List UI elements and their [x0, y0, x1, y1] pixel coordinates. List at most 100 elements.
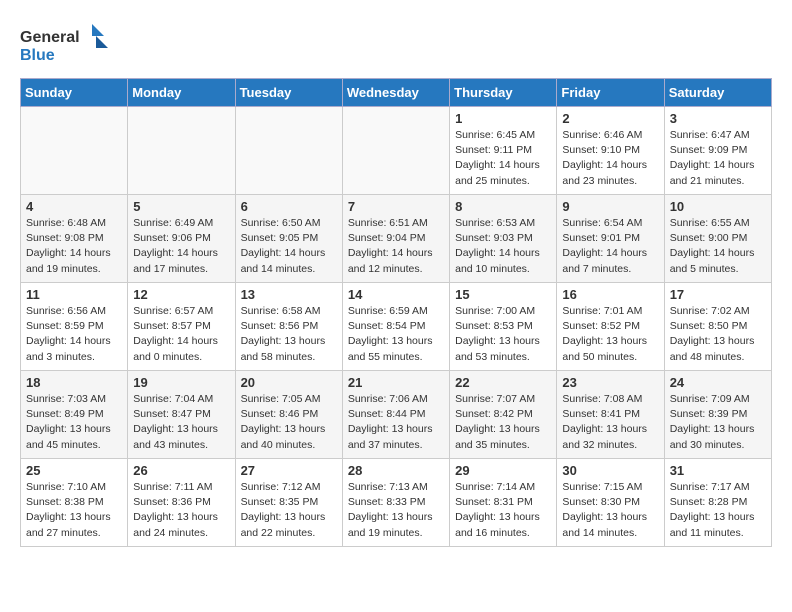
day-number: 12: [133, 287, 229, 302]
day-info: Sunrise: 6:50 AM Sunset: 9:05 PM Dayligh…: [241, 216, 337, 277]
day-number: 24: [670, 375, 766, 390]
day-info: Sunrise: 7:07 AM Sunset: 8:42 PM Dayligh…: [455, 392, 551, 453]
weekday-header-wednesday: Wednesday: [342, 79, 449, 107]
weekday-header-monday: Monday: [128, 79, 235, 107]
day-info: Sunrise: 7:12 AM Sunset: 8:35 PM Dayligh…: [241, 480, 337, 541]
day-number: 6: [241, 199, 337, 214]
calendar-cell: 19 Sunrise: 7:04 AM Sunset: 8:47 PM Dayli…: [128, 371, 235, 459]
calendar-cell: 10 Sunrise: 6:55 AM Sunset: 9:00 PM Dayli…: [664, 195, 771, 283]
day-number: 7: [348, 199, 444, 214]
day-info: Sunrise: 7:08 AM Sunset: 8:41 PM Dayligh…: [562, 392, 658, 453]
calendar-week-4: 18 Sunrise: 7:03 AM Sunset: 8:49 PM Dayli…: [21, 371, 772, 459]
day-info: Sunrise: 6:49 AM Sunset: 9:06 PM Dayligh…: [133, 216, 229, 277]
day-info: Sunrise: 7:15 AM Sunset: 8:30 PM Dayligh…: [562, 480, 658, 541]
weekday-header-row: SundayMondayTuesdayWednesdayThursdayFrid…: [21, 79, 772, 107]
calendar-week-3: 11 Sunrise: 6:56 AM Sunset: 8:59 PM Dayli…: [21, 283, 772, 371]
calendar-body: 1Sunrise: 6:45 AM Sunset: 9:11 PM Daylig…: [21, 107, 772, 547]
calendar-cell: 5Sunrise: 6:49 AM Sunset: 9:06 PM Daylig…: [128, 195, 235, 283]
day-number: 13: [241, 287, 337, 302]
calendar-cell: [342, 107, 449, 195]
calendar-cell: 26 Sunrise: 7:11 AM Sunset: 8:36 PM Dayli…: [128, 459, 235, 547]
page-header: General Blue: [20, 20, 772, 68]
svg-text:General: General: [20, 29, 80, 46]
day-number: 10: [670, 199, 766, 214]
calendar-week-5: 25 Sunrise: 7:10 AM Sunset: 8:38 PM Dayli…: [21, 459, 772, 547]
calendar-cell: 6 Sunrise: 6:50 AM Sunset: 9:05 PM Daylig…: [235, 195, 342, 283]
calendar-cell: 14Sunrise: 6:59 AM Sunset: 8:54 PM Dayli…: [342, 283, 449, 371]
day-info: Sunrise: 7:13 AM Sunset: 8:33 PM Dayligh…: [348, 480, 444, 541]
day-info: Sunrise: 6:57 AM Sunset: 8:57 PM Dayligh…: [133, 304, 229, 365]
day-number: 23: [562, 375, 658, 390]
day-info: Sunrise: 6:59 AM Sunset: 8:54 PM Dayligh…: [348, 304, 444, 365]
svg-text:Blue: Blue: [20, 47, 55, 64]
calendar-cell: 22 Sunrise: 7:07 AM Sunset: 8:42 PM Dayli…: [450, 371, 557, 459]
day-number: 20: [241, 375, 337, 390]
calendar-cell: 29Sunrise: 7:14 AM Sunset: 8:31 PM Dayli…: [450, 459, 557, 547]
day-info: Sunrise: 7:02 AM Sunset: 8:50 PM Dayligh…: [670, 304, 766, 365]
calendar-cell: 21 Sunrise: 7:06 AM Sunset: 8:44 PM Dayli…: [342, 371, 449, 459]
weekday-header-tuesday: Tuesday: [235, 79, 342, 107]
day-info: Sunrise: 6:54 AM Sunset: 9:01 PM Dayligh…: [562, 216, 658, 277]
day-info: Sunrise: 7:10 AM Sunset: 8:38 PM Dayligh…: [26, 480, 122, 541]
day-number: 29: [455, 463, 551, 478]
day-info: Sunrise: 7:00 AM Sunset: 8:53 PM Dayligh…: [455, 304, 551, 365]
logo: General Blue: [20, 20, 110, 68]
calendar-cell: 18 Sunrise: 7:03 AM Sunset: 8:49 PM Dayli…: [21, 371, 128, 459]
day-info: Sunrise: 7:06 AM Sunset: 8:44 PM Dayligh…: [348, 392, 444, 453]
day-number: 26: [133, 463, 229, 478]
day-number: 21: [348, 375, 444, 390]
day-info: Sunrise: 7:05 AM Sunset: 8:46 PM Dayligh…: [241, 392, 337, 453]
day-info: Sunrise: 6:51 AM Sunset: 9:04 PM Dayligh…: [348, 216, 444, 277]
day-number: 18: [26, 375, 122, 390]
day-number: 8: [455, 199, 551, 214]
calendar-cell: 24Sunrise: 7:09 AM Sunset: 8:39 PM Dayli…: [664, 371, 771, 459]
day-info: Sunrise: 6:58 AM Sunset: 8:56 PM Dayligh…: [241, 304, 337, 365]
day-number: 28: [348, 463, 444, 478]
calendar-cell: 16Sunrise: 7:01 AM Sunset: 8:52 PM Dayli…: [557, 283, 664, 371]
day-number: 4: [26, 199, 122, 214]
day-info: Sunrise: 7:04 AM Sunset: 8:47 PM Dayligh…: [133, 392, 229, 453]
calendar-cell: 2 Sunrise: 6:46 AM Sunset: 9:10 PM Daylig…: [557, 107, 664, 195]
day-number: 25: [26, 463, 122, 478]
calendar-cell: 31 Sunrise: 7:17 AM Sunset: 8:28 PM Dayli…: [664, 459, 771, 547]
calendar-cell: 7 Sunrise: 6:51 AM Sunset: 9:04 PM Daylig…: [342, 195, 449, 283]
calendar-cell: [21, 107, 128, 195]
day-info: Sunrise: 6:56 AM Sunset: 8:59 PM Dayligh…: [26, 304, 122, 365]
day-info: Sunrise: 7:03 AM Sunset: 8:49 PM Dayligh…: [26, 392, 122, 453]
day-number: 15: [455, 287, 551, 302]
day-info: Sunrise: 6:53 AM Sunset: 9:03 PM Dayligh…: [455, 216, 551, 277]
logo-svg: General Blue: [20, 20, 110, 68]
calendar-cell: 3Sunrise: 6:47 AM Sunset: 9:09 PM Daylig…: [664, 107, 771, 195]
calendar-cell: 25 Sunrise: 7:10 AM Sunset: 8:38 PM Dayli…: [21, 459, 128, 547]
calendar-cell: 13 Sunrise: 6:58 AM Sunset: 8:56 PM Dayli…: [235, 283, 342, 371]
day-number: 1: [455, 111, 551, 126]
calendar-cell: 27Sunrise: 7:12 AM Sunset: 8:35 PM Dayli…: [235, 459, 342, 547]
calendar-cell: 28 Sunrise: 7:13 AM Sunset: 8:33 PM Dayli…: [342, 459, 449, 547]
day-number: 31: [670, 463, 766, 478]
calendar-cell: [128, 107, 235, 195]
day-info: Sunrise: 7:17 AM Sunset: 8:28 PM Dayligh…: [670, 480, 766, 541]
calendar-week-1: 1Sunrise: 6:45 AM Sunset: 9:11 PM Daylig…: [21, 107, 772, 195]
day-info: Sunrise: 6:55 AM Sunset: 9:00 PM Dayligh…: [670, 216, 766, 277]
day-info: Sunrise: 7:11 AM Sunset: 8:36 PM Dayligh…: [133, 480, 229, 541]
day-number: 3: [670, 111, 766, 126]
calendar-cell: 9Sunrise: 6:54 AM Sunset: 9:01 PM Daylig…: [557, 195, 664, 283]
calendar-cell: 20 Sunrise: 7:05 AM Sunset: 8:46 PM Dayli…: [235, 371, 342, 459]
calendar-week-2: 4Sunrise: 6:48 AM Sunset: 9:08 PM Daylig…: [21, 195, 772, 283]
day-number: 30: [562, 463, 658, 478]
calendar-cell: 12 Sunrise: 6:57 AM Sunset: 8:57 PM Dayli…: [128, 283, 235, 371]
day-number: 11: [26, 287, 122, 302]
day-info: Sunrise: 7:01 AM Sunset: 8:52 PM Dayligh…: [562, 304, 658, 365]
calendar-cell: 4Sunrise: 6:48 AM Sunset: 9:08 PM Daylig…: [21, 195, 128, 283]
day-number: 22: [455, 375, 551, 390]
calendar-cell: 1Sunrise: 6:45 AM Sunset: 9:11 PM Daylig…: [450, 107, 557, 195]
calendar-cell: 8 Sunrise: 6:53 AM Sunset: 9:03 PM Daylig…: [450, 195, 557, 283]
weekday-header-saturday: Saturday: [664, 79, 771, 107]
calendar-cell: 23 Sunrise: 7:08 AM Sunset: 8:41 PM Dayli…: [557, 371, 664, 459]
day-number: 2: [562, 111, 658, 126]
weekday-header-thursday: Thursday: [450, 79, 557, 107]
day-number: 19: [133, 375, 229, 390]
day-info: Sunrise: 6:46 AM Sunset: 9:10 PM Dayligh…: [562, 128, 658, 189]
calendar-cell: 30 Sunrise: 7:15 AM Sunset: 8:30 PM Dayli…: [557, 459, 664, 547]
weekday-header-sunday: Sunday: [21, 79, 128, 107]
